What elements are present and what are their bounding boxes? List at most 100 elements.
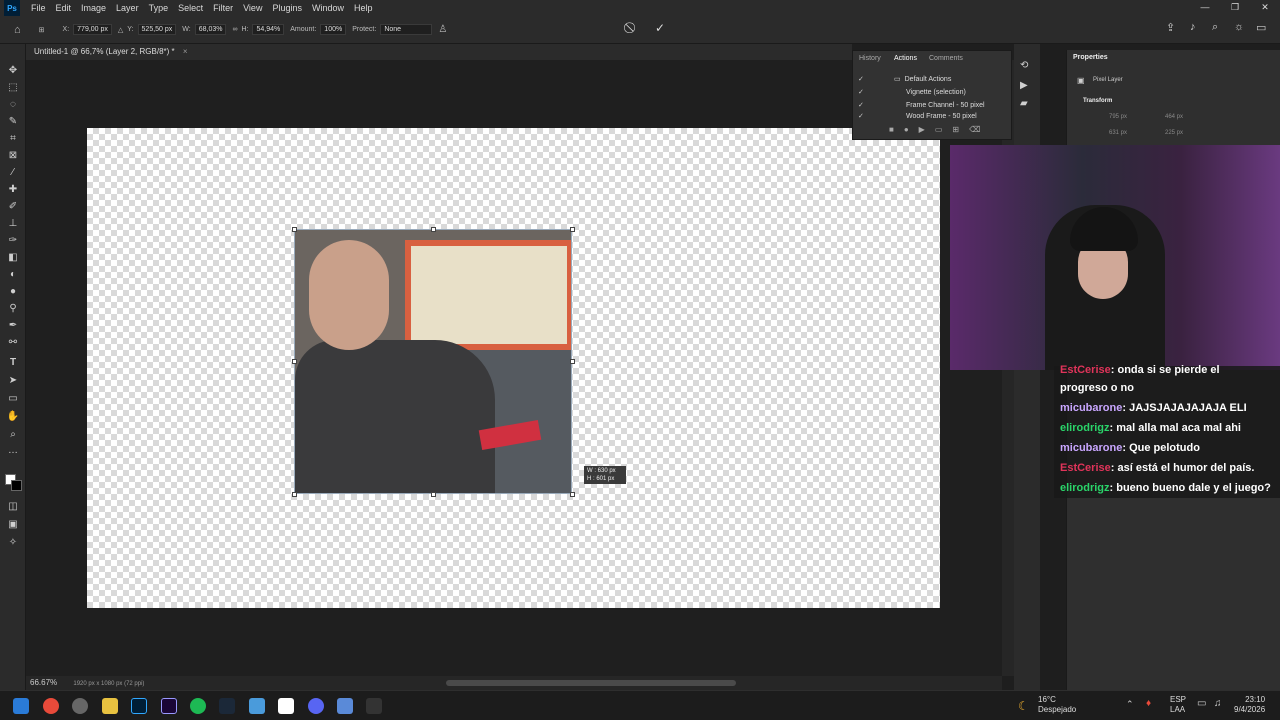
path-select-icon[interactable]: ➤ bbox=[5, 374, 21, 388]
pen-path-icon[interactable]: ⚯ bbox=[5, 336, 21, 350]
lightbulb-icon[interactable]: ☼ bbox=[1234, 21, 1244, 33]
stamp-tool-icon[interactable]: ⊥ bbox=[5, 217, 21, 231]
rectangle-tool-icon[interactable]: ▭ bbox=[5, 392, 21, 406]
menu-window[interactable]: Window bbox=[307, 3, 349, 13]
notepad-icon[interactable] bbox=[249, 698, 265, 714]
play-action-icon[interactable]: ▶ bbox=[1020, 80, 1028, 91]
transform-handle-l[interactable] bbox=[292, 359, 297, 364]
prop-height[interactable]: 631 px bbox=[1109, 130, 1127, 136]
search-icon[interactable]: ⌕ bbox=[1212, 21, 1218, 34]
type-tool-icon[interactable]: T bbox=[5, 356, 21, 370]
language-indicator[interactable]: ESP LAA bbox=[1170, 695, 1186, 715]
menu-image[interactable]: Image bbox=[76, 3, 111, 13]
menu-file[interactable]: File bbox=[26, 3, 51, 13]
blur-tool-icon[interactable]: ● bbox=[5, 285, 21, 299]
discord-icon[interactable] bbox=[308, 698, 324, 714]
minimize-button[interactable]: — bbox=[1190, 0, 1220, 16]
action-row[interactable]: ✓ Vignette (selection) bbox=[858, 86, 966, 98]
protect-figure-icon[interactable]: ♙ bbox=[438, 24, 447, 35]
document-tab[interactable]: Untitled-1 @ 66,7% (Layer 2, RGB/8*) * × bbox=[26, 44, 196, 60]
layer-photo[interactable] bbox=[294, 229, 572, 494]
history-panel-icon[interactable]: ⟲ bbox=[1020, 60, 1028, 71]
transform-handle-r[interactable] bbox=[570, 359, 575, 364]
quick-mask-icon[interactable]: ◫ bbox=[5, 500, 21, 514]
transform-handle-t[interactable] bbox=[431, 227, 436, 232]
menu-layer[interactable]: Layer bbox=[111, 3, 144, 13]
windows-start-icon[interactable] bbox=[13, 698, 29, 714]
horizontal-scroll-thumb[interactable] bbox=[446, 680, 736, 686]
maximize-button[interactable]: ❐ bbox=[1220, 0, 1250, 16]
pen-tool-icon[interactable]: ✒ bbox=[5, 319, 21, 333]
h-field[interactable]: 54,94% bbox=[252, 24, 285, 35]
hand-tool-icon[interactable]: ✋ bbox=[5, 410, 21, 424]
check-icon[interactable]: ✓ bbox=[858, 112, 868, 120]
eraser-tool-icon[interactable]: ◧ bbox=[5, 251, 21, 265]
close-button[interactable]: ✕ bbox=[1250, 0, 1280, 16]
workspace-icon[interactable]: ▭ bbox=[1256, 21, 1266, 34]
x-field[interactable]: 779,00 px bbox=[73, 24, 112, 35]
weather-moon-icon[interactable]: ☾ bbox=[1018, 699, 1029, 713]
tab-history[interactable]: History bbox=[859, 55, 881, 62]
transform-handle-tr[interactable] bbox=[570, 227, 575, 232]
check-icon[interactable]: ✓ bbox=[858, 101, 868, 109]
network-icon[interactable]: ▭ bbox=[1197, 698, 1206, 709]
gradient-tool-icon[interactable]: ◐ bbox=[5, 268, 21, 282]
menu-select[interactable]: Select bbox=[173, 3, 208, 13]
menu-edit[interactable]: Edit bbox=[51, 3, 77, 13]
history-brush-icon[interactable]: ✑ bbox=[5, 234, 21, 248]
share-icon[interactable]: ⇪ bbox=[1166, 21, 1175, 34]
clock[interactable]: 23:10 9/4/2026 bbox=[1234, 695, 1265, 715]
comment-icon[interactable]: ▰ bbox=[1020, 98, 1028, 109]
capcut-icon[interactable] bbox=[366, 698, 382, 714]
action-controls[interactable]: ■●▶▭⊞⌫ bbox=[889, 125, 990, 134]
tray-chevron-icon[interactable]: ⌃ bbox=[1126, 699, 1134, 710]
action-set-row[interactable]: ✓ ▭ Default Actions bbox=[858, 73, 951, 85]
transform-handle-b[interactable] bbox=[431, 492, 436, 497]
menu-help[interactable]: Help bbox=[349, 3, 378, 13]
commit-transform-button[interactable]: ✓ bbox=[655, 21, 665, 35]
zoom-tool-icon[interactable]: ⌕ bbox=[5, 428, 21, 442]
prop-width[interactable]: 795 px bbox=[1109, 114, 1127, 120]
check-icon[interactable]: ✓ bbox=[858, 75, 868, 83]
transform-handle-bl[interactable] bbox=[292, 492, 297, 497]
weather-widget[interactable]: 16°C Despejado bbox=[1038, 695, 1076, 715]
volume-icon[interactable]: ♫ bbox=[1214, 698, 1222, 709]
quick-select-tool-icon[interactable]: ✎ bbox=[5, 115, 21, 129]
tab-actions[interactable]: Actions bbox=[894, 55, 917, 62]
menu-filter[interactable]: Filter bbox=[208, 3, 238, 13]
photoshop-taskbar-icon[interactable] bbox=[131, 698, 147, 714]
prop-y[interactable]: 225 px bbox=[1165, 130, 1183, 136]
spotify-icon[interactable] bbox=[190, 698, 206, 714]
file-explorer-icon[interactable] bbox=[102, 698, 118, 714]
more-tools-icon[interactable]: … bbox=[5, 444, 21, 458]
amount-field[interactable]: 100% bbox=[320, 24, 347, 35]
app-circle-icon[interactable] bbox=[72, 698, 88, 714]
frame-tool-icon[interactable]: ⊠ bbox=[5, 149, 21, 163]
notion-icon[interactable] bbox=[278, 698, 294, 714]
menu-plugins[interactable]: Plugins bbox=[267, 3, 307, 13]
close-tab-icon[interactable]: × bbox=[183, 47, 188, 56]
zoom-level[interactable]: 66.67% bbox=[30, 678, 57, 687]
protect-select[interactable]: None bbox=[380, 24, 433, 35]
app-diamond-icon[interactable] bbox=[337, 698, 353, 714]
lasso-tool-icon[interactable]: ◌ bbox=[5, 98, 21, 112]
horizontal-scrollbar[interactable] bbox=[26, 676, 1002, 690]
generative-icon[interactable]: ✧ bbox=[5, 536, 21, 550]
y-field[interactable]: 525,50 px bbox=[137, 24, 177, 35]
eyedropper-tool-icon[interactable]: ⁄ bbox=[5, 166, 21, 180]
link-icon[interactable]: ∞ bbox=[232, 26, 237, 33]
crop-tool-icon[interactable]: ⌗ bbox=[5, 132, 21, 146]
prop-x[interactable]: 464 px bbox=[1165, 114, 1183, 120]
menu-type[interactable]: Type bbox=[144, 3, 174, 13]
check-icon[interactable]: ✓ bbox=[858, 88, 868, 96]
menu-view[interactable]: View bbox=[238, 3, 267, 13]
reference-point-icon[interactable]: ⊞ bbox=[39, 26, 45, 34]
w-field[interactable]: 68,03% bbox=[194, 24, 227, 35]
premiere-icon[interactable] bbox=[161, 698, 177, 714]
action-row[interactable]: ✓ Frame Channel - 50 pixel bbox=[858, 99, 985, 111]
transform-handle-br[interactable] bbox=[570, 492, 575, 497]
healing-tool-icon[interactable]: ✚ bbox=[5, 183, 21, 197]
tab-comments[interactable]: Comments bbox=[929, 55, 963, 62]
transform-handle-tl[interactable] bbox=[292, 227, 297, 232]
transform-section-label[interactable]: Transform bbox=[1083, 98, 1112, 104]
